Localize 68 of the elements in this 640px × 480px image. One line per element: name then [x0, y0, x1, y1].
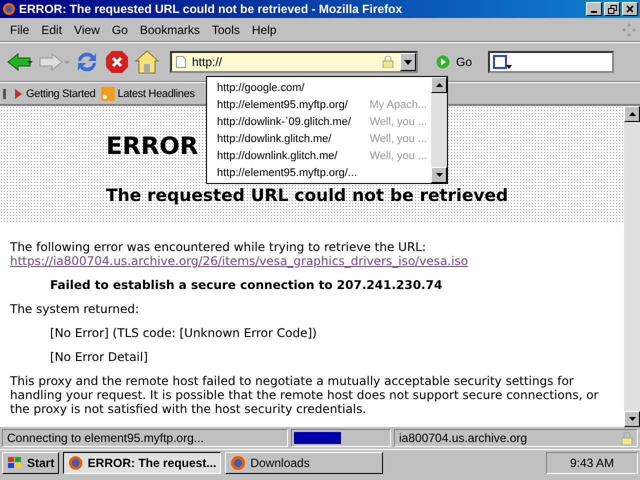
error-code: [No Error] (TLS code: [Unknown Error Code]) [50, 326, 318, 340]
bookmark-item[interactable]: Latest Headlines [100, 86, 195, 100]
search-field[interactable] [488, 51, 614, 73]
menu-item[interactable]: Edit [35, 22, 68, 36]
down-arrow-icon [436, 173, 442, 177]
system-returned-label: The system returned: [10, 302, 140, 316]
autocomplete-url[interactable]: http://downlink.glitch.me/ [217, 150, 338, 162]
go-button[interactable]: Go [430, 54, 478, 70]
taskbar-button[interactable]: ERROR: The request... [63, 452, 222, 474]
failure-message: Failed to establish a secure connection to 207.241.230.74 [50, 278, 444, 292]
explanation-text: This proxy and the remote host failed to negotiate a mutually acceptable security settings for handling your request. It is possible that the remote host does not support secure connections, or the proxy is not satisfied with the host security credentials. [10, 374, 600, 416]
throbber-icon [622, 22, 636, 36]
address-field[interactable]: http:// [170, 51, 418, 73]
forward-arrow-icon [38, 50, 70, 74]
windows-flag-icon [7, 456, 23, 470]
home-icon [134, 49, 160, 75]
up-arrow-icon [628, 112, 636, 116]
scroll-down-button[interactable] [431, 167, 447, 183]
bookmark-item[interactable]: Getting Started [13, 88, 96, 100]
error-subheading: The requested URL could not be retrieved [106, 186, 508, 206]
scroll-up-button[interactable] [431, 77, 447, 93]
intro-text: The following error was encountered while trying to retrieve the URL: [10, 240, 428, 254]
url-link[interactable]: https://ia800704.us.archive.org/26/items/vesa_graphics_drivers_iso/vesa.iso [10, 254, 614, 268]
close-icon [626, 5, 634, 13]
padlock-icon [382, 56, 394, 68]
search-engine-icon [493, 54, 514, 70]
caret-icon [404, 60, 412, 64]
taskbar-button[interactable]: Downloads [225, 452, 384, 474]
menu-item[interactable]: File [4, 22, 36, 36]
dropdown-button[interactable] [400, 53, 416, 71]
menu-item[interactable]: Tools [206, 22, 246, 36]
scroll-up-button[interactable] [624, 106, 640, 122]
minimize-button[interactable] [586, 2, 602, 16]
stop-button[interactable] [104, 49, 130, 75]
window-title: ERROR: The requested URL could not be retrieved - Mozilla Firefox [19, 2, 404, 16]
close-button[interactable] [622, 2, 638, 16]
home-button[interactable] [134, 49, 160, 75]
error-heading: ERROR [106, 132, 198, 160]
rss-feed-icon [100, 86, 114, 100]
clock: 9:43 AM [546, 452, 638, 474]
error-code: [No Error Detail] [50, 350, 149, 364]
start-button[interactable]: Start [2, 452, 60, 474]
menu-item[interactable]: View [68, 22, 106, 36]
restore-button[interactable] [604, 2, 620, 16]
autocomplete-url[interactable]: http://google.com/ [217, 82, 304, 94]
menu-item[interactable]: Bookmarks [134, 22, 206, 36]
up-arrow-icon [436, 83, 442, 87]
scroll-down-button[interactable] [624, 411, 640, 427]
stop-icon [104, 49, 130, 75]
autocomplete-url[interactable]: http://dowlink-`09.glitch.me/ [217, 116, 351, 128]
menu-item[interactable]: Go [106, 22, 134, 36]
firefox-icon [230, 454, 246, 470]
status-text: Connecting to element95.myftp.org... [2, 429, 288, 447]
autocomplete-url[interactable]: http://dowlink.glitch.me/ [217, 132, 332, 144]
bookmark-page-icon [13, 88, 23, 100]
firefox-icon [2, 2, 16, 16]
page-icon [176, 56, 186, 68]
popup-scrollbar[interactable] [431, 77, 447, 183]
padlock-icon [621, 432, 633, 444]
firefox-icon [68, 454, 84, 470]
restore-icon [608, 4, 616, 14]
scrollbar[interactable] [624, 106, 640, 427]
autocomplete-url[interactable]: http://element95.myftp.org/... [217, 166, 358, 178]
menu-item[interactable]: Help [246, 22, 283, 36]
status-host: ia800704.us.archive.org [399, 431, 528, 445]
down-arrow-icon [628, 417, 636, 421]
bookmarks-toolbar-icon [2, 88, 8, 100]
autocomplete-url[interactable]: http://element95.myftp.org/ [217, 98, 348, 110]
